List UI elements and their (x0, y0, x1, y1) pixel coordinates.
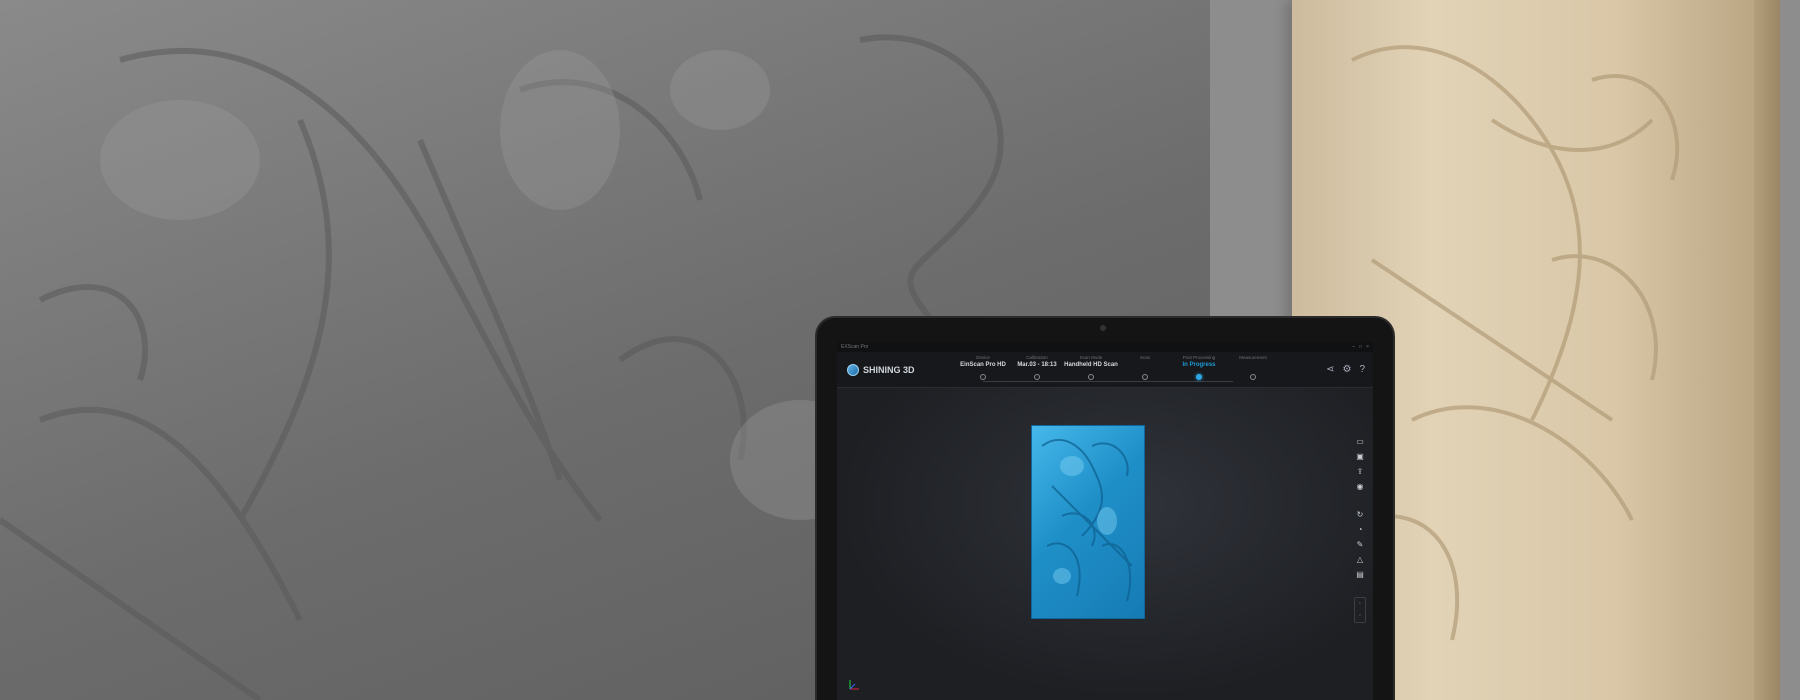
brand-logo: SHINING 3D (847, 364, 915, 376)
view-toggle-top-icon[interactable]: ◦ (1359, 601, 1361, 607)
step-label: Device (976, 355, 990, 360)
app-header: SHINING 3D Device EinScan Pro HD Calibra… (837, 352, 1373, 388)
wooden-panel-edge (1754, 0, 1780, 700)
window-titlebar: EXScan Pro – □ × (837, 342, 1373, 352)
view-toggle-group: ◦ ◦ (1354, 597, 1366, 623)
header-icons: ⋖ ⚙ ? (1326, 364, 1365, 375)
folder-icon[interactable]: ▭ (1354, 436, 1366, 448)
scanned-3d-model[interactable] (1031, 425, 1145, 619)
warning-icon[interactable]: △ (1354, 554, 1366, 566)
maximize-icon[interactable]: □ (1359, 344, 1362, 350)
share-icon[interactable]: ⋖ (1326, 364, 1334, 375)
help-icon[interactable]: ? (1359, 364, 1365, 375)
step-dot (1142, 374, 1148, 380)
edit-icon[interactable]: ✎ (1354, 539, 1366, 551)
step-dot-active (1196, 374, 1202, 380)
step-value: EinScan Pro HD (960, 362, 1006, 368)
laptop: EXScan Pro – □ × SHINING 3D Device EinScan… (817, 318, 1393, 700)
workflow-line (983, 381, 1233, 382)
brand-name: SHINING 3D (863, 365, 915, 375)
step-scan-mode[interactable]: Scan Mode Handheld HD Scan (1060, 355, 1122, 380)
product-scene: EXScan Pro – □ × SHINING 3D Device EinScan… (0, 0, 1800, 700)
step-value: In Progress (1182, 362, 1216, 368)
axis-gizmo-icon (849, 680, 859, 690)
minimize-icon[interactable]: – (1352, 344, 1355, 350)
step-label: Measurement (1239, 355, 1267, 360)
layers-icon[interactable]: ▤ (1354, 569, 1366, 581)
step-value: Handheld HD Scan (1064, 362, 1118, 368)
window-controls: – □ × (1348, 344, 1369, 350)
step-value: Mar.03 - 18:13 (1017, 362, 1057, 368)
shining3d-logo-icon (847, 364, 859, 376)
close-icon[interactable]: × (1366, 344, 1369, 350)
step-label: Calibration (1026, 355, 1048, 360)
settings-icon[interactable]: ⚙ (1342, 364, 1351, 375)
step-value (1114, 362, 1176, 371)
step-dot (980, 374, 986, 380)
check-icon[interactable]: ◉ (1354, 481, 1366, 493)
export-icon[interactable]: ⇪ (1354, 466, 1366, 478)
step-value (1222, 362, 1284, 371)
undo-icon[interactable]: ↻ (1354, 509, 1366, 521)
step-dot (1250, 374, 1256, 380)
step-label: Scan (1139, 355, 1151, 360)
fill-holes-icon[interactable]: ◔ (1354, 524, 1366, 536)
laptop-screen: EXScan Pro – □ × SHINING 3D Device EinScan… (837, 342, 1373, 700)
step-device[interactable]: Device EinScan Pro HD (952, 355, 1014, 380)
step-post-processing[interactable]: Post Processing In Progress (1168, 355, 1230, 380)
step-scan[interactable]: Scan (1114, 355, 1176, 380)
3d-viewport[interactable]: ▭ ▣ ⇪ ◉ ↻ ◔ ✎ △ ▤ ◦ ◦ (837, 388, 1373, 700)
workflow-steps: Device EinScan Pro HD Calibration Mar.03… (947, 355, 1277, 387)
step-dot (1088, 374, 1094, 380)
laptop-camera (1100, 325, 1106, 331)
right-toolbar: ▭ ▣ ⇪ ◉ ↻ ◔ ✎ △ ▤ ◦ ◦ (1353, 436, 1367, 623)
step-measurement[interactable]: Measurement (1222, 355, 1284, 380)
view-toggle-bottom-icon[interactable]: ◦ (1359, 613, 1361, 619)
step-label: Post Processing (1182, 355, 1216, 360)
window-title: EXScan Pro (841, 344, 869, 350)
step-dot (1034, 374, 1040, 380)
step-label: Scan Mode (1079, 355, 1103, 360)
save-icon[interactable]: ▣ (1354, 451, 1366, 463)
step-calibration[interactable]: Calibration Mar.03 - 18:13 (1006, 355, 1068, 380)
